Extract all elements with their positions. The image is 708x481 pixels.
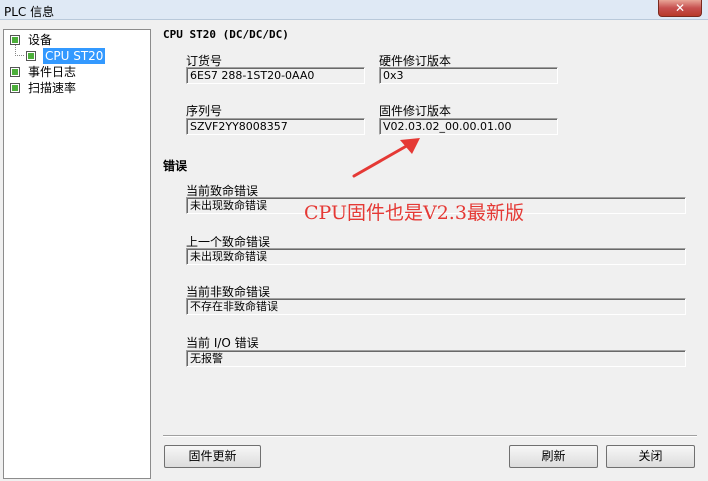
current-io-error-field: 无报警 <box>186 350 686 367</box>
button-bar-divider <box>163 435 697 437</box>
tree-node-icon <box>10 35 20 45</box>
device-heading: CPU ST20 (DC/DC/DC) <box>163 28 289 41</box>
window-close-button[interactable]: ✕ <box>658 0 702 17</box>
tree-node-icon <box>26 51 36 61</box>
order-number-field: 6ES7 288-1ST20-0AA0 <box>186 67 365 84</box>
plc-info-window: PLC 信息 ✕ 设备 CPU ST20 事件日志 扫描速率 CPU ST20 … <box>0 0 708 481</box>
hardware-revision-field: 0x3 <box>379 67 558 84</box>
close-button[interactable]: 关闭 <box>606 445 695 468</box>
last-fatal-error-field: 未出现致命错误 <box>186 248 686 265</box>
firmware-revision-label: 固件修订版本 <box>379 104 452 118</box>
errors-section-title: 错误 <box>163 159 188 173</box>
refresh-button[interactable]: 刷新 <box>509 445 598 468</box>
annotation-arrow <box>352 138 420 178</box>
serial-number-label: 序列号 <box>186 104 223 118</box>
tree-item-label: 设备 <box>28 33 53 47</box>
window-title: PLC 信息 <box>4 5 55 19</box>
tree-node-icon <box>10 67 20 77</box>
tree-item-label: 事件日志 <box>28 65 77 79</box>
tree-item-label: 扫描速率 <box>28 81 77 95</box>
current-io-error-label: 当前 I/O 错误 <box>186 336 259 350</box>
serial-number-field: SZVF2YY8008357 <box>186 118 365 135</box>
firmware-update-button[interactable]: 固件更新 <box>164 445 261 468</box>
tree-node-icon <box>10 83 20 93</box>
navigation-tree: 设备 CPU ST20 事件日志 扫描速率 <box>3 29 151 479</box>
tree-connector <box>15 45 24 56</box>
tree-item-label: CPU ST20 <box>43 48 106 64</box>
title-bar: PLC 信息 ✕ <box>0 0 708 20</box>
firmware-annotation-text: CPU固件也是V2.3最新版 <box>304 202 524 224</box>
current-nonfatal-error-field: 不存在非致命错误 <box>186 298 686 315</box>
